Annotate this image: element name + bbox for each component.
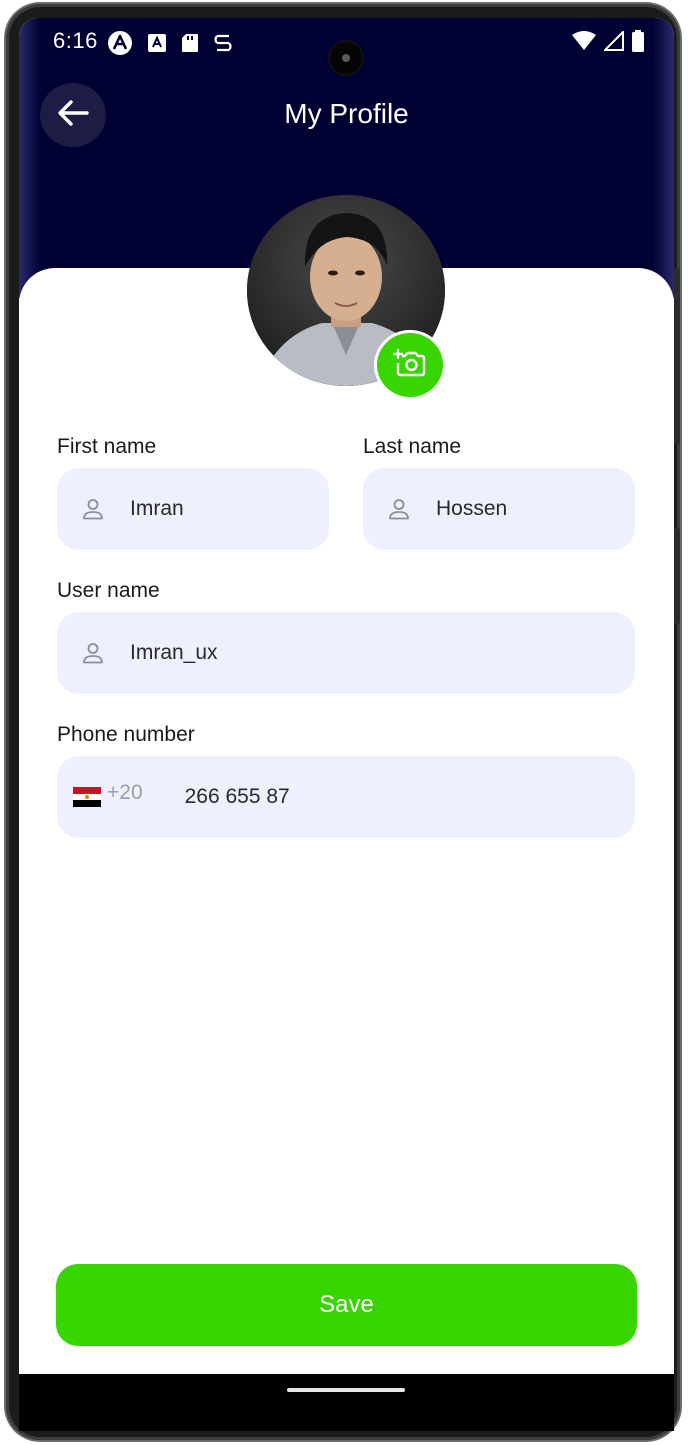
save-button[interactable]: Save	[56, 1264, 637, 1346]
last-name-field[interactable]: Hossen	[363, 468, 635, 550]
device-frame: 6:16 My Profile First name Imran Last na…	[6, 4, 680, 1440]
phone-number-value: 266 655 87	[184, 785, 290, 808]
navigation-bar	[19, 1374, 674, 1431]
change-photo-button[interactable]	[377, 333, 443, 397]
sync-icon	[213, 32, 233, 59]
home-indicator[interactable]	[287, 1388, 405, 1392]
user-icon	[385, 495, 413, 523]
user-icon	[79, 495, 107, 523]
first-name-field[interactable]: Imran	[57, 468, 329, 550]
phone-number-label: Phone number	[57, 723, 195, 746]
status-icons-left	[107, 30, 233, 61]
front-camera	[330, 42, 362, 74]
power-button	[674, 528, 680, 624]
user-name-value: Imran_ux	[130, 641, 218, 664]
user-icon	[79, 639, 107, 667]
battery-icon	[632, 30, 644, 57]
first-name-label: First name	[57, 435, 157, 458]
last-name-label: Last name	[363, 435, 462, 458]
wifi-icon	[572, 31, 596, 56]
screen: 6:16 My Profile First name Imran Last na…	[19, 18, 674, 1431]
egypt-flag-icon[interactable]	[73, 787, 101, 807]
user-name-field[interactable]: Imran_ux	[57, 612, 635, 694]
status-icons-right	[572, 29, 644, 57]
status-time: 6:16	[53, 28, 98, 53]
a-box-icon	[147, 33, 167, 58]
last-name-value: Hossen	[436, 497, 508, 520]
first-name-value: Imran	[130, 497, 184, 520]
signal-icon	[602, 29, 624, 56]
user-name-label: User name	[57, 579, 160, 602]
avatar-container	[247, 195, 445, 397]
add-camera-icon	[392, 348, 427, 383]
sd-card-icon	[181, 33, 199, 58]
volume-button	[674, 268, 680, 444]
page-title: My Profile	[284, 98, 409, 129]
country-code[interactable]: +20	[107, 781, 143, 805]
a-circle-icon	[107, 30, 133, 61]
phone-number-field[interactable]: +20 266 655 87	[57, 756, 635, 838]
